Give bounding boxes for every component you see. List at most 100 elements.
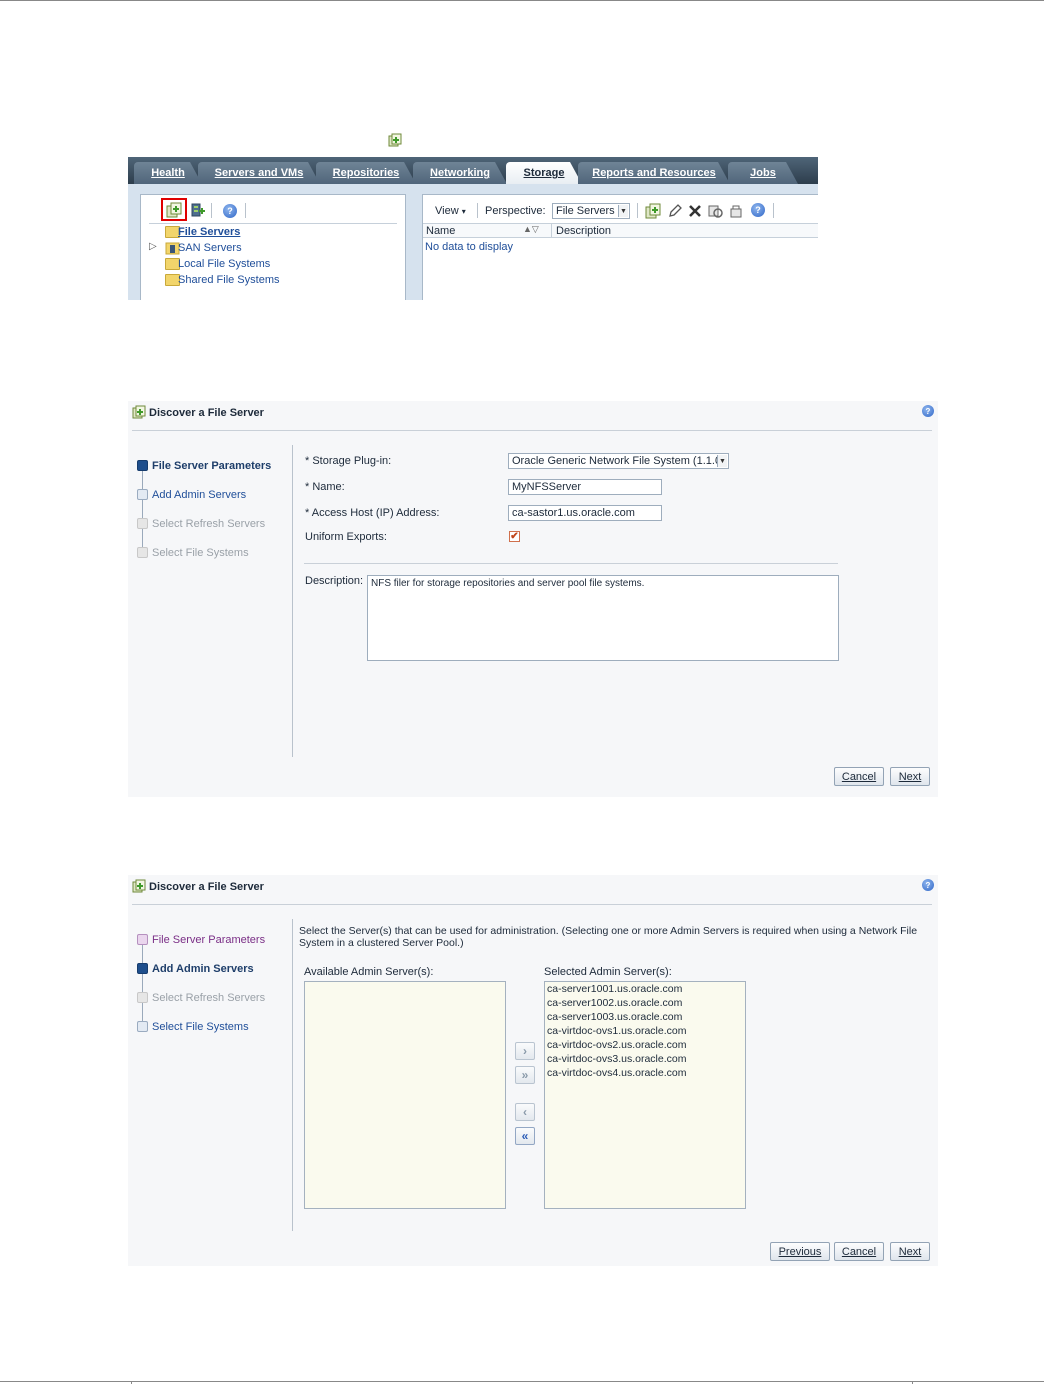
discover-file-server-icon [132, 879, 146, 893]
cancel-button[interactable]: Cancel [834, 1242, 884, 1261]
remove-selected-button[interactable]: ‹ [515, 1103, 535, 1121]
column-divider [551, 224, 552, 238]
list-item[interactable]: ca-server1003.us.oracle.com [547, 1011, 682, 1023]
form-separator [304, 563, 838, 564]
tree-item-label: Local File Systems [178, 258, 271, 270]
step-indicator [137, 992, 148, 1003]
column-header-description[interactable]: Description [556, 225, 611, 237]
uniform-exports-checkbox[interactable]: ✔ [509, 531, 520, 542]
title-separator [132, 904, 932, 905]
bottom-rule [0, 1381, 1044, 1382]
train-connector [142, 939, 143, 1027]
sort-arrows-icon[interactable]: ▲▽ [523, 224, 539, 235]
available-servers-list[interactable] [304, 981, 506, 1209]
tab-reports-and-resources[interactable]: Reports and Resources [578, 162, 730, 184]
selected-servers-list[interactable]: ca-server1001.us.oracle.com ca-server100… [544, 981, 746, 1209]
tree-item-local-file-systems[interactable]: Local File Systems [141, 256, 401, 272]
discover-file-server-icon [388, 133, 402, 147]
view-menu[interactable]: View ▾ [435, 205, 466, 217]
tree-item-shared-file-systems[interactable]: Shared File Systems [141, 272, 401, 288]
selected-servers-label: Selected Admin Server(s): [544, 966, 672, 978]
step-add-admin-servers[interactable]: Add Admin Servers [152, 489, 246, 501]
help-icon[interactable]: ? [223, 204, 237, 218]
description-textarea[interactable]: NFS filer for storage repositories and s… [367, 575, 839, 661]
refresh-icon[interactable] [707, 203, 723, 219]
remove-all-button[interactable]: « [515, 1127, 535, 1145]
file-system-icon[interactable] [728, 203, 744, 219]
available-servers-label: Available Admin Server(s): [304, 966, 434, 978]
tab-servers-and-vms[interactable]: Servers and VMs [198, 162, 320, 184]
register-array-icon[interactable] [190, 202, 206, 218]
step-select-file-systems[interactable]: Select File Systems [152, 1021, 249, 1033]
name-input[interactable]: MyNFSServer [508, 479, 662, 495]
step-select-file-systems: Select File Systems [152, 547, 249, 559]
edit-pencil-icon[interactable] [667, 203, 683, 219]
name-label: * Name: [305, 481, 345, 493]
list-item[interactable]: ca-server1001.us.oracle.com [547, 983, 682, 995]
toolbar-divider [637, 203, 638, 218]
storage-plugin-label: * Storage Plug-in: [305, 455, 392, 467]
step-indicator [137, 460, 148, 471]
train-divider [292, 445, 293, 757]
list-item[interactable]: ca-virtdoc-ovs2.us.oracle.com [547, 1039, 686, 1051]
tree-item-file-servers[interactable]: File Servers [141, 224, 401, 240]
title-separator [132, 430, 932, 431]
discover-file-server-dialog-step2: Discover a File Server ? File Server Par… [128, 875, 938, 1266]
perspective-select[interactable]: File Servers ▼ [552, 203, 630, 219]
discover-file-server-icon[interactable] [166, 202, 182, 218]
list-item[interactable]: ca-virtdoc-ovs1.us.oracle.com [547, 1025, 686, 1037]
move-all-button[interactable]: » [515, 1066, 535, 1084]
step-file-server-parameters: File Server Parameters [152, 460, 272, 472]
tab-repositories[interactable]: Repositories [316, 162, 416, 184]
help-icon[interactable]: ? [751, 203, 765, 217]
tab-storage[interactable]: Storage [506, 162, 582, 184]
step-file-server-parameters[interactable]: File Server Parameters [152, 934, 265, 946]
access-host-input[interactable]: ca-sastor1.us.oracle.com [508, 505, 662, 521]
next-button[interactable]: Next [890, 767, 930, 786]
toolbar-divider [211, 203, 212, 218]
instructions-text: Select the Server(s) that can be used fo… [299, 925, 918, 949]
list-item[interactable]: ca-server1002.us.oracle.com [547, 997, 682, 1009]
access-host-label: * Access Host (IP) Address: [305, 507, 440, 519]
discover-file-server-icon [132, 405, 146, 419]
dialog-title: Discover a File Server [149, 881, 264, 893]
tree-item-label: Shared File Systems [178, 274, 280, 286]
step-indicator [137, 1021, 148, 1032]
tab-health[interactable]: Health [134, 162, 202, 184]
expand-triangle-icon[interactable]: ▷ [149, 241, 157, 252]
chevron-down-icon: ▼ [717, 455, 727, 467]
step-select-refresh-servers: Select Refresh Servers [152, 992, 266, 1004]
step-indicator [137, 963, 148, 974]
tree-item-san-servers[interactable]: ▷ SAN Servers [141, 240, 401, 256]
help-icon[interactable]: ? [922, 879, 934, 891]
discover-file-server-dialog-step1: Discover a File Server ? File Server Par… [128, 401, 938, 797]
train-connector [142, 465, 143, 553]
description-label: Description: [305, 575, 364, 587]
step-select-refresh-servers: Select Refresh Servers [152, 518, 266, 530]
tab-networking[interactable]: Networking [413, 162, 507, 184]
storage-tree-panel: ? File Servers ▷ SAN Servers Local File … [140, 194, 406, 300]
delete-icon[interactable] [687, 203, 703, 219]
tree-item-label: File Servers [178, 226, 241, 238]
cancel-button[interactable]: Cancel [834, 767, 884, 786]
tab-jobs[interactable]: Jobs [728, 162, 798, 184]
step-indicator [137, 547, 148, 558]
list-item[interactable]: ca-virtdoc-ovs4.us.oracle.com [547, 1067, 686, 1079]
uniform-exports-label: Uniform Exports: [305, 531, 387, 543]
top-rule [0, 0, 1044, 1]
toolbar-divider [477, 203, 478, 218]
empty-table-message: No data to display [425, 241, 514, 253]
discover-file-server-icon[interactable] [645, 203, 661, 219]
previous-button[interactable]: Previous [770, 1242, 830, 1261]
storage-tab-screenshot: Health Servers and VMs Repositories Netw… [128, 157, 818, 300]
next-button[interactable]: Next [890, 1242, 930, 1261]
step-indicator [137, 518, 148, 529]
table-header: Name ▲▽ Description [423, 223, 818, 238]
move-selected-button[interactable]: › [515, 1042, 535, 1060]
toolbar-divider [773, 203, 774, 218]
list-item[interactable]: ca-virtdoc-ovs3.us.oracle.com [547, 1053, 686, 1065]
column-header-name[interactable]: Name [426, 225, 455, 237]
help-icon[interactable]: ? [922, 405, 934, 417]
step-indicator [137, 489, 148, 500]
storage-plugin-select[interactable]: Oracle Generic Network File System (1.1.… [508, 453, 729, 469]
